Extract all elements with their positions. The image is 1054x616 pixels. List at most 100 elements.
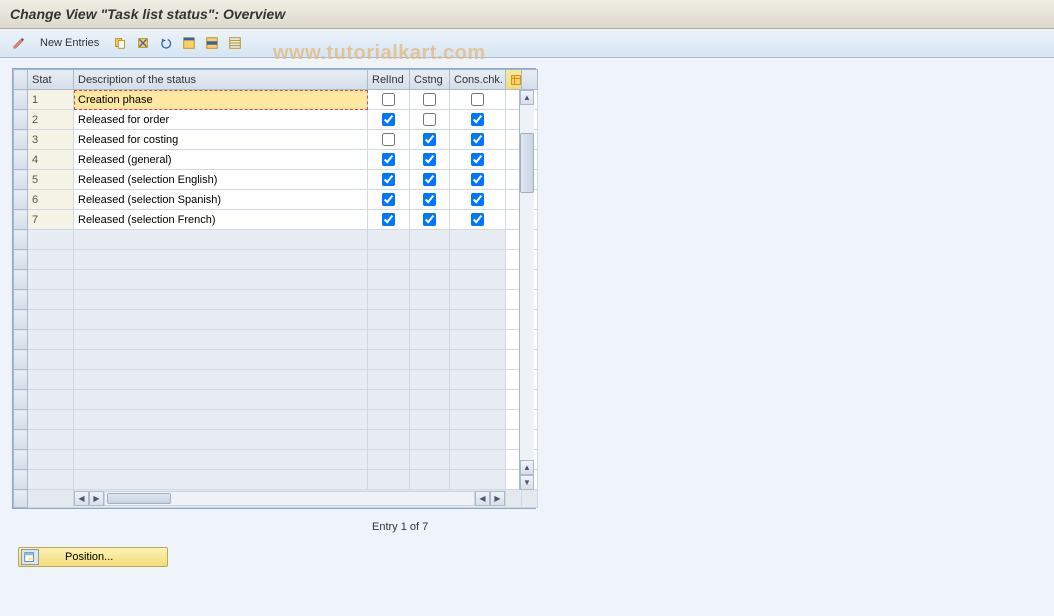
col-header-cstng[interactable]: Cstng <box>410 70 450 90</box>
empty-cell[interactable] <box>450 250 506 270</box>
empty-cell[interactable] <box>450 410 506 430</box>
desc-cell[interactable]: Released (selection French) <box>74 210 368 230</box>
empty-cell[interactable] <box>368 310 410 330</box>
table-config-icon[interactable] <box>506 70 522 90</box>
row-selector[interactable] <box>14 90 28 110</box>
empty-cell[interactable] <box>410 310 450 330</box>
cons-checkbox[interactable] <box>471 173 484 186</box>
cons-checkbox[interactable] <box>471 153 484 166</box>
col-header-relind[interactable]: RelInd <box>368 70 410 90</box>
row-selector[interactable] <box>14 370 28 390</box>
cstng-checkbox[interactable] <box>423 153 436 166</box>
empty-cell[interactable] <box>28 470 74 490</box>
empty-cell[interactable] <box>368 470 410 490</box>
empty-cell[interactable] <box>368 250 410 270</box>
empty-cell[interactable] <box>410 330 450 350</box>
empty-cell[interactable] <box>28 230 74 250</box>
hscroll-right2-icon[interactable]: ▶ <box>490 491 505 506</box>
row-selector[interactable] <box>14 230 28 250</box>
select-all-icon[interactable] <box>178 33 200 53</box>
empty-cell[interactable] <box>28 330 74 350</box>
empty-cell[interactable] <box>450 230 506 250</box>
relind-checkbox[interactable] <box>382 93 395 106</box>
empty-cell[interactable] <box>74 230 368 250</box>
row-selector[interactable] <box>14 190 28 210</box>
cons-checkbox[interactable] <box>471 133 484 146</box>
empty-cell[interactable] <box>368 450 410 470</box>
relind-checkbox[interactable] <box>382 213 395 226</box>
row-selector[interactable] <box>14 210 28 230</box>
relind-checkbox[interactable] <box>382 153 395 166</box>
row-selector[interactable] <box>14 270 28 290</box>
empty-cell[interactable] <box>28 350 74 370</box>
empty-cell[interactable] <box>368 350 410 370</box>
cons-checkbox[interactable] <box>471 93 484 106</box>
cstng-checkbox[interactable] <box>423 213 436 226</box>
stat-cell[interactable]: 6 <box>28 190 74 210</box>
empty-cell[interactable] <box>368 370 410 390</box>
empty-cell[interactable] <box>368 410 410 430</box>
empty-cell[interactable] <box>74 470 368 490</box>
scroll-up-icon[interactable]: ▲ <box>520 90 534 105</box>
row-selector[interactable] <box>14 290 28 310</box>
row-selector[interactable] <box>14 410 28 430</box>
desc-cell[interactable]: Released (selection English) <box>74 170 368 190</box>
empty-cell[interactable] <box>74 390 368 410</box>
empty-cell[interactable] <box>28 410 74 430</box>
cstng-checkbox[interactable] <box>423 113 436 126</box>
empty-cell[interactable] <box>74 350 368 370</box>
empty-cell[interactable] <box>74 290 368 310</box>
empty-cell[interactable] <box>410 270 450 290</box>
row-selector[interactable] <box>14 450 28 470</box>
row-selector[interactable] <box>14 150 28 170</box>
vscroll-track[interactable] <box>520 105 534 460</box>
empty-cell[interactable] <box>28 390 74 410</box>
empty-cell[interactable] <box>74 270 368 290</box>
row-selector[interactable] <box>14 330 28 350</box>
row-selector[interactable] <box>14 430 28 450</box>
row-selector-header[interactable] <box>14 70 28 90</box>
cstng-checkbox[interactable] <box>423 133 436 146</box>
desc-cell[interactable]: Released for order <box>74 110 368 130</box>
empty-cell[interactable] <box>368 330 410 350</box>
row-selector[interactable] <box>14 170 28 190</box>
stat-cell[interactable]: 7 <box>28 210 74 230</box>
empty-cell[interactable] <box>450 370 506 390</box>
empty-cell[interactable] <box>74 370 368 390</box>
row-selector[interactable] <box>14 470 28 490</box>
copy-as-icon[interactable] <box>109 33 131 53</box>
empty-cell[interactable] <box>410 450 450 470</box>
desc-cell[interactable]: Released for costing <box>74 130 368 150</box>
empty-cell[interactable] <box>368 390 410 410</box>
empty-cell[interactable] <box>28 250 74 270</box>
empty-cell[interactable] <box>74 450 368 470</box>
empty-cell[interactable] <box>410 230 450 250</box>
cstng-checkbox[interactable] <box>423 193 436 206</box>
row-selector[interactable] <box>14 310 28 330</box>
empty-cell[interactable] <box>450 390 506 410</box>
stat-cell[interactable]: 3 <box>28 130 74 150</box>
empty-cell[interactable] <box>450 290 506 310</box>
hscroll-thumb[interactable] <box>107 493 171 504</box>
select-block-icon[interactable] <box>201 33 223 53</box>
empty-cell[interactable] <box>450 310 506 330</box>
hscroll-left-icon[interactable]: ◀ <box>74 491 89 506</box>
scroll-down-icon[interactable]: ▼ <box>520 475 534 490</box>
stat-cell[interactable]: 4 <box>28 150 74 170</box>
desc-cell[interactable]: Creation phase <box>74 90 368 110</box>
row-selector[interactable] <box>14 390 28 410</box>
stat-cell[interactable]: 1 <box>28 90 74 110</box>
empty-cell[interactable] <box>410 290 450 310</box>
empty-cell[interactable] <box>410 370 450 390</box>
desc-cell[interactable]: Released (selection Spanish) <box>74 190 368 210</box>
col-header-desc[interactable]: Description of the status <box>74 70 368 90</box>
empty-cell[interactable] <box>74 410 368 430</box>
row-selector[interactable] <box>14 110 28 130</box>
relind-checkbox[interactable] <box>382 193 395 206</box>
hscroll-left2-icon[interactable]: ◀ <box>475 491 490 506</box>
scroll-up2-icon[interactable]: ▲ <box>520 460 534 475</box>
empty-cell[interactable] <box>410 410 450 430</box>
empty-cell[interactable] <box>28 370 74 390</box>
empty-cell[interactable] <box>368 270 410 290</box>
empty-cell[interactable] <box>28 450 74 470</box>
